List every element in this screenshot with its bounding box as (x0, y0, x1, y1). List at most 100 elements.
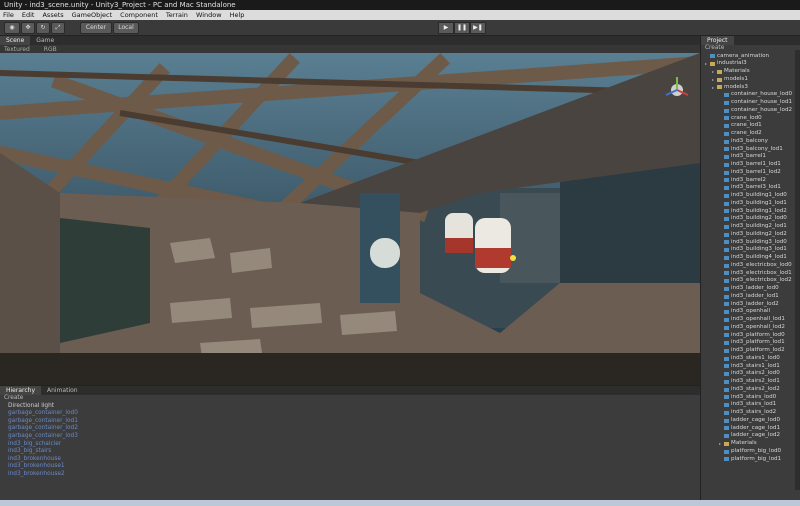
menu-gameobject[interactable]: GameObject (72, 11, 113, 19)
project-asset-item[interactable]: ind3_ladder_lod1 (701, 293, 800, 301)
tab-hierarchy[interactable]: Hierarchy (0, 386, 42, 395)
project-asset-item[interactable]: ind3_platform_lod2 (701, 347, 800, 355)
project-asset-item[interactable]: ind3_openhall (701, 308, 800, 316)
project-asset-item[interactable]: ind3_stairs2_lod0 (701, 370, 800, 378)
project-asset-item[interactable]: ind3_platform_lod0 (701, 332, 800, 340)
menu-component[interactable]: Component (120, 11, 158, 19)
project-asset-item[interactable]: ind3_building2_lod1 (701, 223, 800, 231)
project-asset-item[interactable]: container_house_lod0 (701, 91, 800, 99)
playback-controls: ▶ ❚❚ ▶❚ (438, 22, 486, 34)
hierarchy-item[interactable]: garbage_container_lod2 (0, 425, 700, 433)
project-folder-item[interactable]: ▸ Materials (701, 440, 800, 448)
project-asset-item[interactable]: ind3_stairs2_lod2 (701, 386, 800, 394)
hierarchy-create-menu[interactable]: Create (0, 395, 700, 403)
scene-render (0, 53, 700, 385)
menu-window[interactable]: Window (196, 11, 222, 19)
project-asset-item[interactable]: ind3_ladder_lod2 (701, 301, 800, 309)
project-asset-item[interactable]: container_house_lod1 (701, 99, 800, 107)
menu-help[interactable]: Help (230, 11, 245, 19)
hierarchy-item[interactable]: ind3_brokenhouse (0, 456, 700, 464)
project-asset-item[interactable]: ind3_building1_lod1 (701, 200, 800, 208)
rotate-tool-button[interactable]: ↻ (36, 22, 50, 34)
mesh-icon (724, 193, 729, 198)
pivot-local-button[interactable]: Local (113, 22, 139, 34)
project-asset-item[interactable]: ladder_cage_lod1 (701, 425, 800, 433)
project-asset-item[interactable]: ind3_building2_lod0 (701, 215, 800, 223)
project-asset-item[interactable]: ind3_building3_lod1 (701, 246, 800, 254)
project-folder-item[interactable]: ▸ models1 (701, 76, 800, 84)
scale-icon: ⤢ (55, 24, 61, 31)
step-button[interactable]: ▶❚ (470, 22, 486, 34)
project-asset-item[interactable]: platform_big_lod0 (701, 448, 800, 456)
tab-project[interactable]: Project (701, 36, 734, 45)
hierarchy-item[interactable]: ind3_brokenhouse1 (0, 463, 700, 471)
hierarchy-item[interactable]: garbage_container_lod0 (0, 410, 700, 418)
project-asset-item[interactable]: ind3_balcony_lod1 (701, 146, 800, 154)
scene-viewport[interactable] (0, 53, 700, 385)
menu-assets[interactable]: Assets (42, 11, 63, 19)
project-asset-item[interactable]: container_house_lod2 (701, 107, 800, 115)
tab-game[interactable]: Game (30, 36, 60, 45)
menu-file[interactable]: File (3, 11, 14, 19)
project-asset-item[interactable]: ind3_openhall_lod1 (701, 316, 800, 324)
project-folder-item[interactable]: ▸ industrial3 (701, 60, 800, 68)
project-asset-item[interactable]: crane_lod0 (701, 115, 800, 123)
project-asset-item[interactable]: ind3_electricbox_lod2 (701, 277, 800, 285)
scale-tool-button[interactable]: ⤢ (51, 22, 65, 34)
project-asset-item[interactable]: ind3_electricbox_lod0 (701, 262, 800, 270)
pivot-center-button[interactable]: Center (80, 22, 112, 34)
project-folder-item[interactable]: ▸ Materials (701, 68, 800, 76)
project-asset-item[interactable]: ind3_barrel2 (701, 177, 800, 185)
project-asset-item[interactable]: ladder_cage_lod2 (701, 432, 800, 440)
project-asset-item[interactable]: ind3_building3_lod0 (701, 239, 800, 247)
hierarchy-item[interactable]: ind3_big_schalcier (0, 441, 700, 449)
project-asset-item[interactable]: ind3_electricbox_lod1 (701, 270, 800, 278)
hierarchy-item[interactable]: Directional light (0, 403, 700, 411)
project-asset-item[interactable]: ind3_building1_lod2 (701, 208, 800, 216)
project-asset-item[interactable]: ind3_stairs_lod1 (701, 401, 800, 409)
tab-animation[interactable]: Animation (41, 386, 84, 395)
view-tool-button[interactable]: ◉ (4, 22, 20, 34)
project-asset-item[interactable]: ind3_ladder_lod0 (701, 285, 800, 293)
hierarchy-item[interactable]: garbage_container_lod3 (0, 433, 700, 441)
project-item-label: container_house_lod0 (731, 91, 793, 98)
move-tool-button[interactable]: ✥ (21, 22, 35, 34)
project-asset-item[interactable]: ladder_cage_lod0 (701, 417, 800, 425)
menu-edit[interactable]: Edit (22, 11, 35, 19)
hierarchy-item[interactable]: ind3_brokenhouse2 (0, 471, 700, 479)
project-asset-item[interactable]: ind3_platform_lod1 (701, 339, 800, 347)
mesh-icon (724, 387, 729, 392)
project-asset-item[interactable]: ind3_stairs_lod0 (701, 394, 800, 402)
project-asset-item[interactable]: ind3_building1_lod0 (701, 192, 800, 200)
mesh-icon (724, 232, 729, 237)
hierarchy-item[interactable]: ind3_big_stairs (0, 448, 700, 456)
render-mode-dropdown[interactable]: RGB (44, 46, 57, 53)
project-create-menu[interactable]: Create (701, 45, 800, 53)
project-asset-item[interactable]: camera_animation (701, 53, 800, 61)
hierarchy-item[interactable]: garbage_container_lod1 (0, 418, 700, 426)
play-button[interactable]: ▶ (438, 22, 454, 34)
project-asset-item[interactable]: ind3_barrel1 (701, 153, 800, 161)
project-scrollbar[interactable] (795, 50, 800, 490)
project-folder-item[interactable]: ▸ models3 (701, 84, 800, 92)
menu-terrain[interactable]: Terrain (166, 11, 188, 19)
pause-button[interactable]: ❚❚ (454, 22, 470, 34)
mesh-icon (724, 186, 729, 191)
project-asset-item[interactable]: ind3_balcony (701, 138, 800, 146)
mesh-icon (724, 209, 729, 214)
project-asset-item[interactable]: ind3_openhall_lod2 (701, 324, 800, 332)
project-asset-item[interactable]: crane_lod1 (701, 122, 800, 130)
draw-mode-dropdown[interactable]: Textured (4, 46, 30, 53)
project-asset-item[interactable]: ind3_barrel1_lod2 (701, 169, 800, 177)
project-asset-item[interactable]: ind3_barrel1_lod1 (701, 161, 800, 169)
project-asset-item[interactable]: platform_big_lod1 (701, 456, 800, 464)
tab-scene[interactable]: Scene (0, 36, 31, 45)
project-asset-item[interactable]: ind3_stairs2_lod1 (701, 378, 800, 386)
project-asset-item[interactable]: ind3_stairs_lod2 (701, 409, 800, 417)
project-asset-item[interactable]: ind3_building4_lod1 (701, 254, 800, 262)
project-asset-item[interactable]: crane_lod2 (701, 130, 800, 138)
project-asset-item[interactable]: ind3_stairs1_lod1 (701, 363, 800, 371)
project-asset-item[interactable]: ind3_stairs1_lod0 (701, 355, 800, 363)
project-asset-item[interactable]: ind3_building2_lod2 (701, 231, 800, 239)
project-asset-item[interactable]: ind3_barrel3_lod1 (701, 184, 800, 192)
